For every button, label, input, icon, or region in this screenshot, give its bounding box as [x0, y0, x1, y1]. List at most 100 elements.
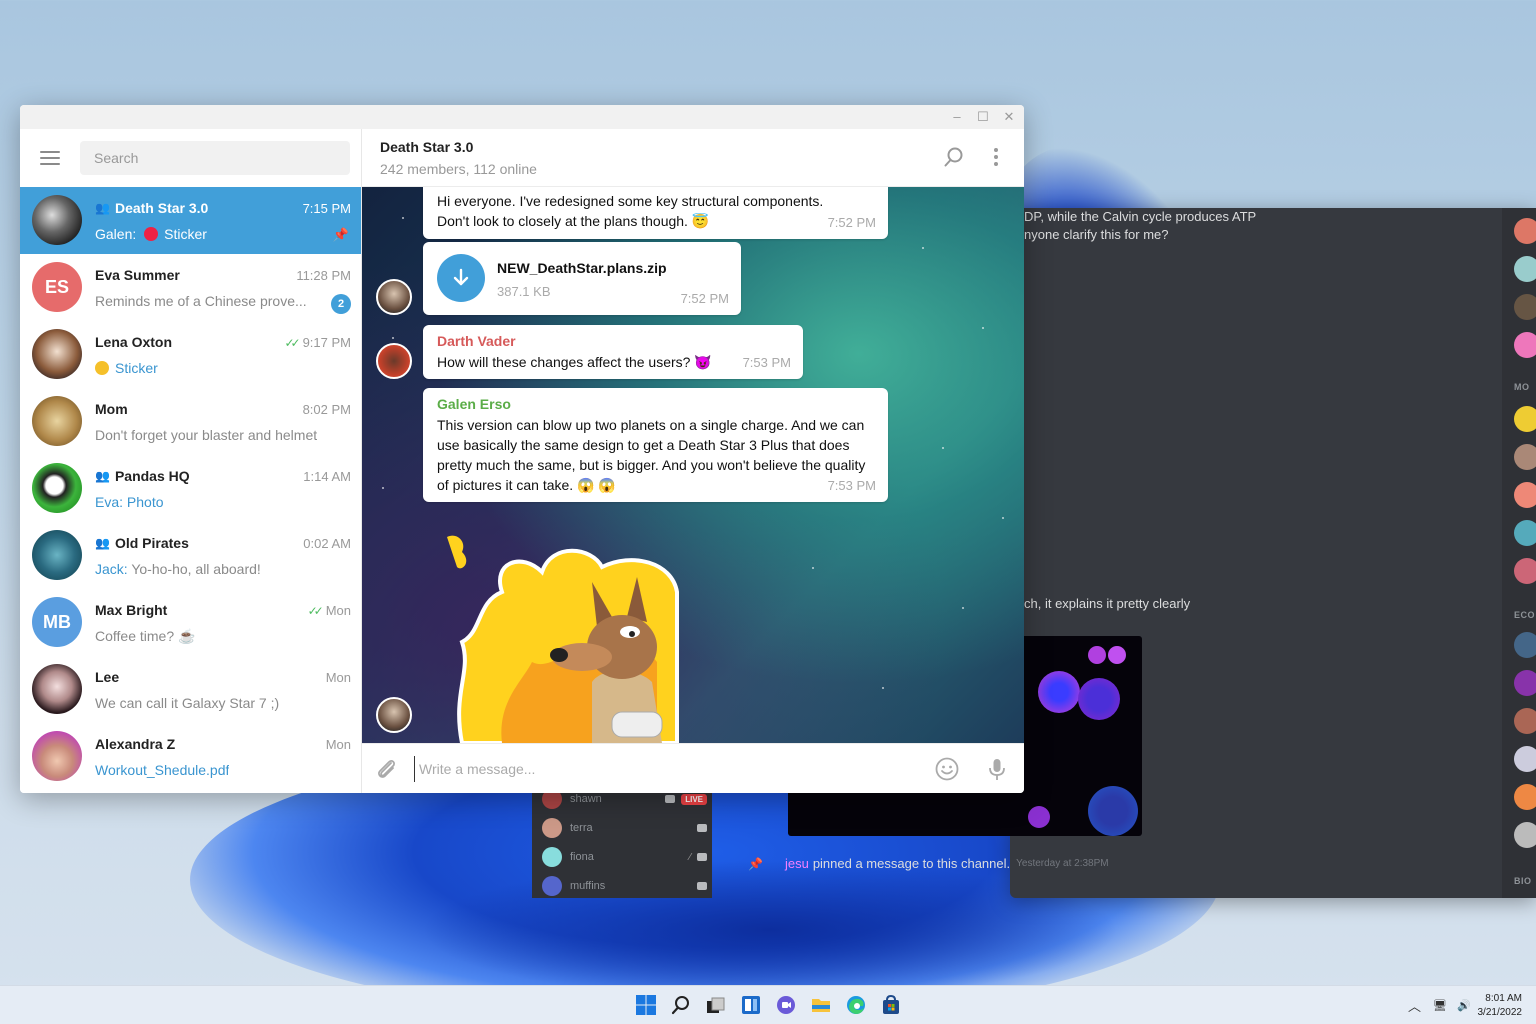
system-clock[interactable]: 8:01 AM 3/21/2022	[1478, 992, 1523, 1020]
member-avatar[interactable]	[1514, 520, 1536, 546]
chat-item-death-star[interactable]: 👥 Death Star 3.0 7:15 PM Galen: Sticker 📌	[20, 187, 361, 254]
file-name[interactable]: NEW_DeathStar.plans.zip	[497, 258, 667, 278]
discord-message-line: DP, while the Calvin cycle produces ATP	[1024, 209, 1257, 224]
member-avatar[interactable]	[1514, 332, 1536, 358]
network-icon[interactable]: 🖥	[1433, 999, 1447, 1012]
search-icon[interactable]	[670, 994, 692, 1016]
member-category: BIO	[1514, 876, 1532, 886]
message-bubble[interactable]: Hi everyone. I've redesigned some key st…	[423, 187, 888, 239]
close-button[interactable]: ✕	[998, 107, 1020, 127]
member-avatar[interactable]	[1514, 670, 1536, 696]
maximize-button[interactable]: ☐	[972, 107, 994, 127]
chat-time: 11:28 PM	[296, 268, 351, 283]
member-avatar[interactable]	[1514, 444, 1536, 470]
member-avatar[interactable]	[1514, 708, 1536, 734]
grinning-emoji-icon	[95, 361, 109, 375]
task-view-icon[interactable]	[704, 994, 726, 1016]
file-explorer-icon[interactable]	[810, 994, 832, 1016]
pin-user[interactable]: jesu	[785, 856, 809, 871]
message-author[interactable]: Galen Erso	[437, 394, 874, 414]
start-icon[interactable]	[635, 994, 657, 1016]
avatar: MB	[32, 597, 82, 647]
sender-avatar[interactable]	[376, 343, 412, 379]
camera-icon	[665, 795, 676, 803]
member-avatar[interactable]	[1514, 822, 1536, 848]
more-options-icon[interactable]	[984, 145, 1008, 169]
member-avatar[interactable]	[1514, 632, 1536, 658]
member-avatar[interactable]	[1514, 294, 1536, 320]
message-bubble[interactable]: Galen Erso This version can blow up two …	[423, 388, 888, 502]
message-input[interactable]	[414, 756, 914, 782]
clock-date: 3/21/2022	[1477, 1007, 1523, 1018]
chat-item-lena-oxton[interactable]: Lena Oxton ✓✓ 9:17 PM Sticker	[20, 321, 361, 388]
chat-preview: Jack: Yo-ho-ho, all aboard!	[95, 561, 261, 577]
chat-item-pandas-hq[interactable]: 👥 Pandas HQ 1:14 AM Eva: Photo	[20, 455, 361, 522]
avatar	[32, 530, 82, 580]
voice-user[interactable]: terra	[542, 815, 707, 841]
chat-item-eva-summer[interactable]: ES Eva Summer 11:28 PM Reminds me of a C…	[20, 254, 361, 321]
avatar	[32, 396, 82, 446]
voice-user[interactable]: fiona ⁄	[542, 844, 707, 870]
avatar: ES	[32, 262, 82, 312]
chat-list-sidebar: 👥Death Star 3.0 7:15 PM Galen: Sticker 📌…	[20, 129, 362, 793]
message-bubble[interactable]: Darth Vader How will these changes affec…	[423, 325, 803, 379]
chat-preview: Eva: Photo	[95, 494, 164, 510]
voice-user[interactable]: muffins	[542, 873, 707, 899]
chat-time: 8:02 PM	[302, 402, 351, 417]
chat-time: Mon	[325, 670, 351, 685]
group-icon: 👥	[95, 469, 110, 483]
chat-panel: Death Star 3.0 242 members, 112 online H…	[362, 129, 1024, 793]
message-author[interactable]: Darth Vader	[437, 331, 789, 351]
menu-icon[interactable]	[40, 151, 60, 165]
download-button[interactable]	[437, 254, 485, 302]
camera-icon	[697, 882, 707, 890]
message-area[interactable]: Hi everyone. I've redesigned some key st…	[362, 187, 1024, 743]
member-avatar[interactable]	[1514, 218, 1536, 244]
chat-time: Mon	[325, 737, 351, 752]
microphone-icon[interactable]	[984, 756, 1010, 782]
volume-icon[interactable]: 🔊	[1457, 999, 1471, 1012]
discord-window[interactable]: DP, while the Calvin cycle produces ATP …	[532, 208, 1536, 898]
discord-message-line: nyone clarify this for me?	[1024, 227, 1169, 242]
attach-icon[interactable]	[374, 756, 400, 782]
chat-header[interactable]: Death Star 3.0 242 members, 112 online	[362, 129, 1024, 187]
chat-item-alexandra-z[interactable]: Alexandra Z Mon Workout_Shedule.pdf	[20, 723, 361, 790]
pin-icon: 📌	[748, 856, 763, 871]
chat-item-old-pirates[interactable]: 👥 Old Pirates 0:02 AM Jack: Yo-ho-ho, all…	[20, 522, 361, 589]
chat-item-lee[interactable]: Lee Mon We can call it Galaxy Star 7 ;)	[20, 656, 361, 723]
file-message-bubble[interactable]: NEW_DeathStar.plans.zip 387.1 KB 7:52 PM	[423, 242, 741, 315]
member-avatar[interactable]	[1514, 406, 1536, 432]
member-avatar[interactable]	[1514, 746, 1536, 772]
sender-avatar[interactable]	[376, 697, 412, 733]
camera-icon	[697, 824, 707, 832]
chat-item-max-bright[interactable]: MB Max Bright ✓✓ Mon Coffee time? ☕	[20, 589, 361, 656]
search-icon[interactable]	[942, 145, 966, 169]
sender-avatar[interactable]	[376, 279, 412, 315]
teams-chat-icon[interactable]	[775, 994, 797, 1016]
minimize-button[interactable]: –	[946, 107, 968, 127]
member-avatar[interactable]	[1514, 558, 1536, 584]
chat-time: 7:15 PM	[302, 201, 351, 216]
member-avatar[interactable]	[1514, 482, 1536, 508]
message-time: 7:53 PM	[742, 355, 791, 370]
store-icon[interactable]	[880, 994, 902, 1016]
chat-item-mom[interactable]: Mom 8:02 PM Don't forget your blaster an…	[20, 388, 361, 455]
sidebar-header	[20, 129, 361, 187]
tray-overflow-chevron-icon[interactable]: ︿	[1408, 996, 1421, 1015]
member-avatar[interactable]	[1514, 784, 1536, 810]
member-category: MO	[1514, 382, 1530, 392]
widgets-icon[interactable]	[740, 994, 762, 1016]
camera-icon	[697, 853, 707, 861]
chat-time: 9:17 PM	[302, 335, 351, 350]
edge-icon[interactable]	[845, 994, 867, 1016]
title-bar[interactable]: – ☐ ✕	[20, 105, 1024, 129]
telegram-window: – ☐ ✕ 👥Death Star 3.0 7:15 PM Galen: Sti…	[20, 105, 1024, 793]
emoji-icon[interactable]	[934, 756, 960, 782]
chat-preview: Sticker	[95, 360, 158, 376]
search-input[interactable]	[80, 141, 350, 175]
member-avatar[interactable]	[1514, 256, 1536, 282]
chat-preview: We can call it Galaxy Star 7 ;)	[95, 695, 280, 711]
dog-sticker[interactable]	[442, 522, 692, 743]
file-link[interactable]: Workout_Shedule.pdf	[95, 762, 229, 778]
chat-title[interactable]: Death Star 3.0	[380, 139, 473, 155]
